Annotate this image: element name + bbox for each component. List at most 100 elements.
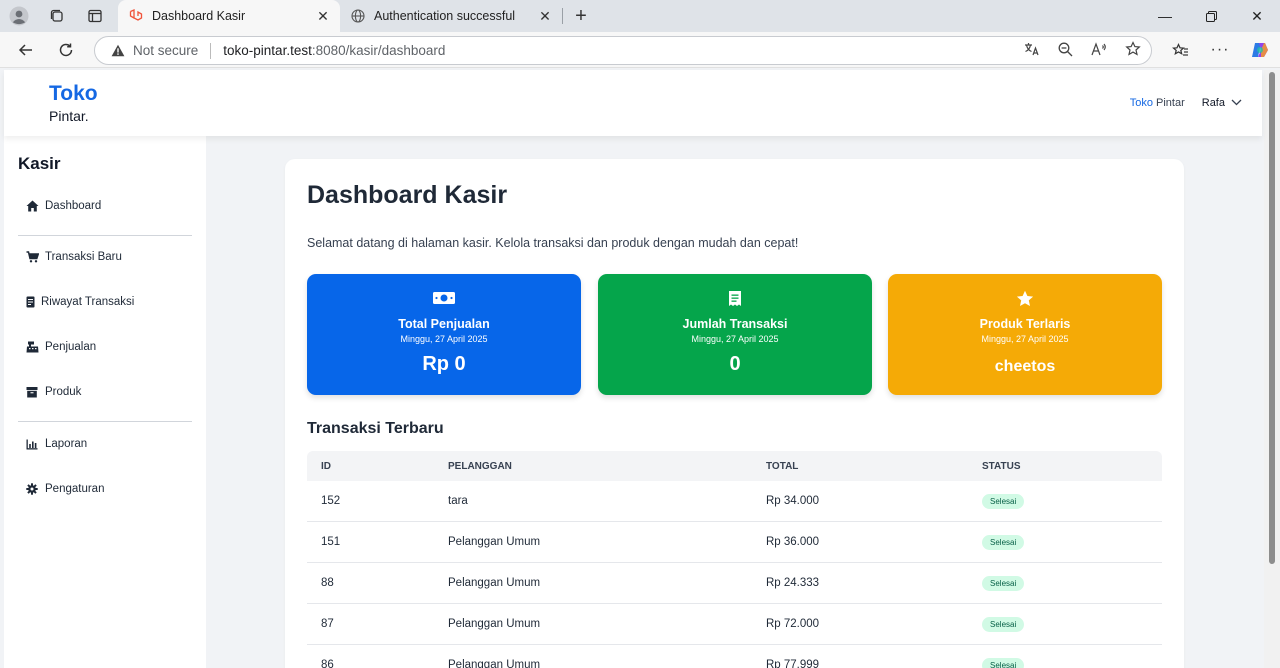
cell-id: 88 — [321, 577, 334, 589]
cell-customer: tara — [448, 495, 468, 507]
stat-value: cheetos — [994, 358, 1056, 375]
sidebar-item-label: Penjualan — [45, 341, 97, 353]
table-row[interactable]: 152 tara Rp 34.000 Selesai — [307, 481, 1162, 522]
reload-icon[interactable] — [46, 32, 86, 68]
recent-transactions-table: ID PELANGGAN TOTAL STATUS 152 tara Rp 34… — [307, 451, 1162, 668]
user-menu[interactable]: Rafa — [1202, 97, 1225, 109]
sidebar-item-label: Riwayat Transaksi — [41, 296, 135, 308]
security-label[interactable]: Not secure — [133, 43, 198, 58]
close-tab-icon[interactable]: ✕ — [536, 8, 554, 25]
sidebar-item-pengaturan[interactable]: Pengaturan — [26, 483, 104, 495]
warning-icon[interactable] — [111, 44, 127, 57]
sidebar-divider — [18, 235, 192, 236]
browser-tab-bar: Dashboard Kasir ✕ Authentication success… — [0, 0, 1280, 32]
stat-date: Minggu, 27 April 2025 — [400, 334, 488, 344]
profile-icon[interactable] — [0, 0, 38, 32]
sidebar-item-label: Produk — [45, 386, 82, 398]
sidebar-divider — [18, 421, 192, 422]
translate-icon[interactable] — [1024, 42, 1040, 59]
cell-id: 151 — [321, 536, 341, 548]
page-scrollbar[interactable] — [1264, 70, 1280, 668]
cell-total: Rp 34.000 — [766, 495, 820, 507]
brand-label-part2: Pintar — [1156, 97, 1185, 109]
close-tab-icon[interactable]: ✕ — [314, 8, 332, 25]
cell-total: Rp 72.000 — [766, 618, 820, 630]
sidebar-item-transaksi-baru[interactable]: Transaksi Baru — [26, 251, 122, 263]
tab-dashboard-kasir[interactable]: Dashboard Kasir ✕ — [118, 0, 340, 32]
copilot-icon[interactable] — [1240, 32, 1280, 68]
stat-label: Produk Terlaris — [979, 317, 1071, 331]
sidebar-item-dashboard[interactable]: Dashboard — [26, 200, 101, 212]
window-controls: — ✕ — [1142, 0, 1280, 32]
new-tab-icon[interactable]: + — [563, 5, 599, 28]
stat-card-total-penjualan: Total Penjualan Minggu, 27 April 2025 Rp… — [307, 274, 581, 395]
status-badge: Selesai — [982, 493, 1025, 509]
table-row[interactable]: 88 Pelanggan Umum Rp 24.333 Selesai — [307, 563, 1162, 604]
table-row[interactable]: 87 Pelanggan Umum Rp 72.000 Selesai — [307, 604, 1162, 645]
sidebar-title: Kasir — [18, 154, 61, 173]
status-badge: Selesai — [982, 616, 1025, 632]
url-host: toko-pintar.test — [223, 43, 312, 58]
header-right: Toko Pintar Rafa — [1130, 97, 1242, 109]
back-icon[interactable] — [6, 32, 46, 68]
sidebar: Kasir Dashboard Transaksi Baru Riwayat T… — [4, 136, 206, 668]
chevron-down-icon[interactable] — [1231, 97, 1242, 109]
address-bar[interactable]: Not secure toko-pintar.test :8080/kasir/… — [94, 36, 1152, 65]
sidebar-item-produk[interactable]: Produk — [26, 386, 81, 398]
cell-customer: Pelanggan Umum — [448, 618, 541, 630]
stat-value: Rp 0 — [422, 353, 466, 375]
column-header: PELANGGAN — [448, 460, 512, 472]
cart-icon — [26, 251, 42, 263]
tab-title: Authentication successful — [374, 9, 516, 23]
home-icon — [26, 200, 42, 212]
scrollbar-thumb[interactable] — [1269, 72, 1275, 564]
money-icon — [307, 290, 581, 306]
more-menu-icon[interactable]: ··· — [1200, 32, 1240, 68]
stat-card-jumlah-transaksi: Jumlah Transaksi Minggu, 27 April 2025 0 — [598, 274, 872, 395]
tab-actions-icon[interactable] — [76, 0, 114, 32]
restore-icon[interactable] — [1188, 0, 1234, 32]
table-row[interactable]: 86 Pelanggan Umum Rp 77.999 Selesai — [307, 645, 1162, 668]
cell-customer: Pelanggan Umum — [448, 536, 541, 548]
table-header: ID PELANGGAN TOTAL STATUS — [307, 451, 1162, 481]
sidebar-item-penjualan[interactable]: Penjualan — [26, 341, 96, 353]
sidebar-item-label: Laporan — [45, 438, 88, 450]
app-header: Toko Pintar. Toko Pintar Rafa — [4, 70, 1262, 136]
table-row[interactable]: 151 Pelanggan Umum Rp 36.000 Selesai — [307, 522, 1162, 563]
favorite-star-icon[interactable] — [1125, 41, 1141, 60]
tab-authentication[interactable]: Authentication successful ✕ — [340, 0, 562, 32]
receipt-icon — [26, 296, 38, 308]
cell-customer: Pelanggan Umum — [448, 577, 541, 589]
cell-id: 87 — [321, 618, 334, 630]
workspaces-icon[interactable] — [38, 0, 76, 32]
box-icon — [26, 386, 42, 398]
cash-register-icon — [26, 341, 42, 353]
sidebar-item-label: Dashboard — [45, 200, 102, 212]
sidebar-item-laporan[interactable]: Laporan — [26, 438, 87, 450]
logo-subtext[interactable]: Pintar. — [49, 108, 89, 124]
laravel-icon — [128, 8, 144, 24]
chart-icon — [26, 439, 42, 450]
close-window-icon[interactable]: ✕ — [1234, 0, 1280, 32]
minimize-icon[interactable]: — — [1142, 0, 1188, 32]
tab-title: Dashboard Kasir — [152, 9, 246, 23]
zoom-out-icon[interactable] — [1058, 42, 1073, 60]
cell-total: Rp 36.000 — [766, 536, 820, 548]
sidebar-item-label: Transaksi Baru — [45, 251, 122, 263]
cell-id: 152 — [321, 495, 341, 507]
sidebar-item-riwayat-transaksi[interactable]: Riwayat Transaksi — [26, 296, 134, 308]
cell-total: Rp 77.999 — [766, 659, 820, 668]
logo-text[interactable]: Toko — [49, 82, 98, 106]
stat-label: Jumlah Transaksi — [682, 317, 788, 331]
stat-date: Minggu, 27 April 2025 — [981, 334, 1069, 344]
page-subtitle: Selamat datang di halaman kasir. Kelola … — [307, 236, 799, 250]
favorites-icon[interactable] — [1160, 32, 1200, 68]
stat-label: Total Penjualan — [398, 317, 490, 331]
stat-value: 0 — [729, 353, 741, 375]
section-title: Transaksi Terbaru — [307, 420, 444, 437]
gear-icon — [26, 483, 42, 495]
read-aloud-icon[interactable] — [1091, 42, 1107, 59]
page-title: Dashboard Kasir — [307, 181, 508, 209]
globe-icon — [350, 8, 366, 24]
dashboard-card: Dashboard Kasir Selamat datang di halama… — [285, 159, 1184, 668]
